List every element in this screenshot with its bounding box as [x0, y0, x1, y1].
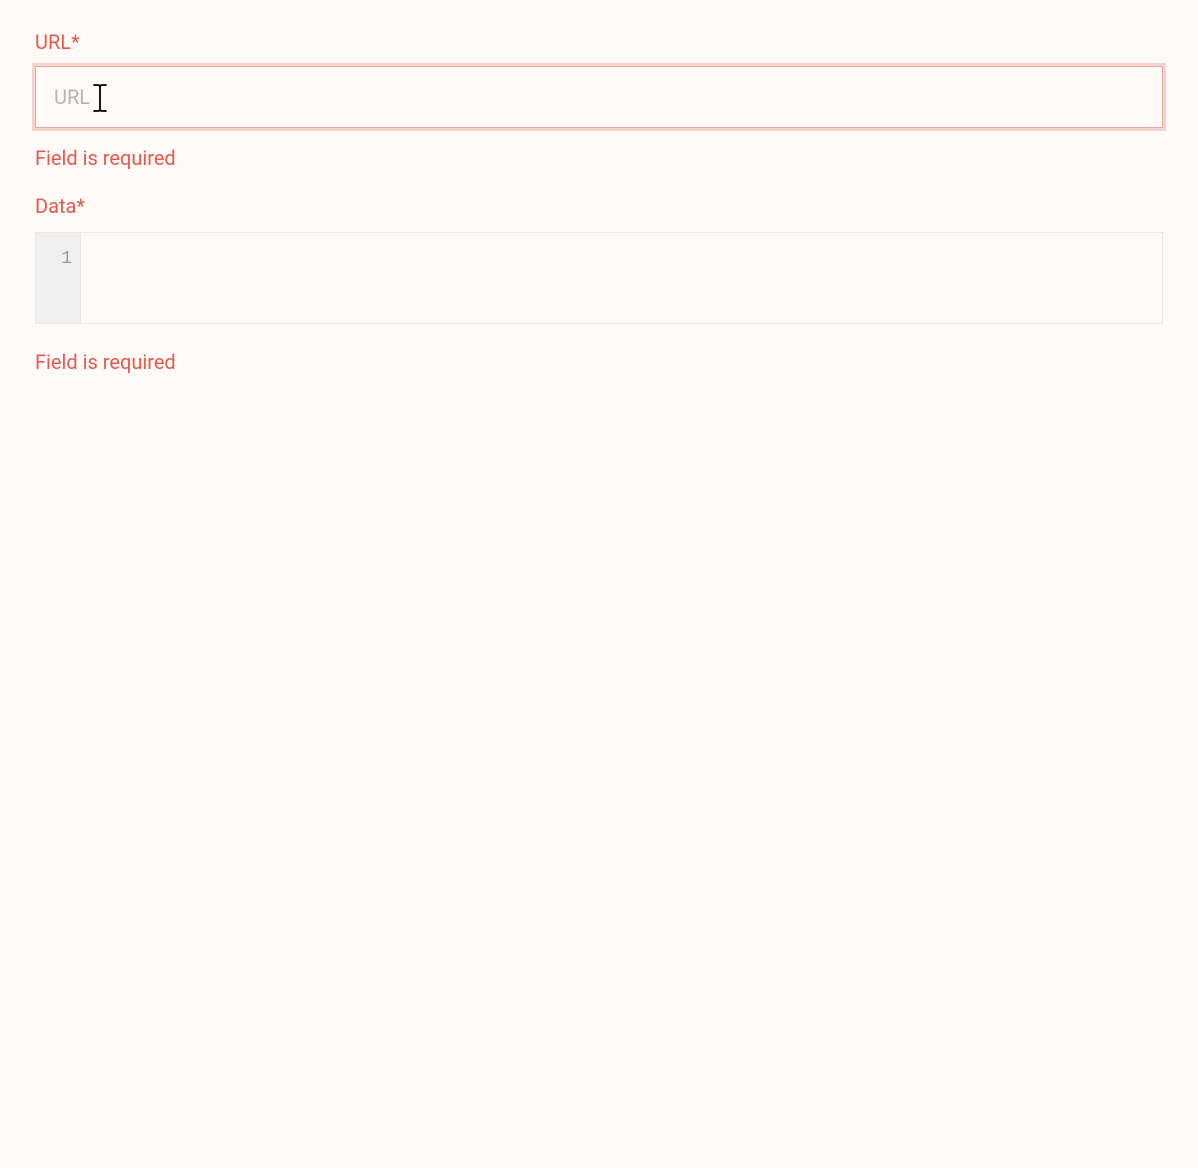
line-number: 1 [40, 247, 72, 272]
data-code-editor[interactable]: 1 [35, 232, 1163, 324]
code-area[interactable] [81, 233, 1162, 323]
url-input-wrapper [35, 66, 1163, 128]
url-error-message: Field is required [35, 146, 1163, 170]
url-input[interactable] [35, 66, 1163, 128]
line-gutter: 1 [36, 233, 81, 323]
data-label: Data* [35, 194, 1163, 218]
url-label: URL* [35, 30, 1163, 54]
data-error-message: Field is required [35, 350, 1163, 374]
